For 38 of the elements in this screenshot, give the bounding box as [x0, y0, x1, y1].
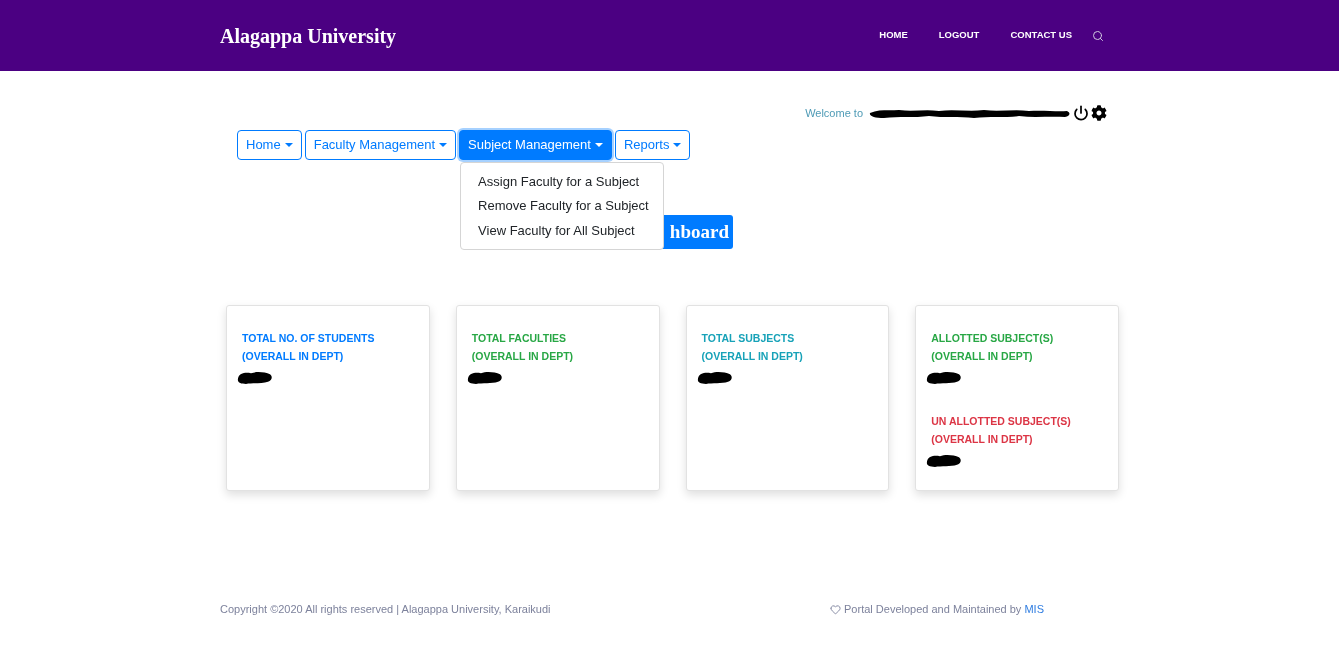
- menu-dropdown-button[interactable]: Faculty Management: [304, 130, 457, 160]
- copyright-text: Copyright ©2020 All rights reserved | Alagappa University, Karaikudi: [220, 602, 551, 617]
- settings-icon[interactable]: [1091, 105, 1107, 121]
- caret-icon: [439, 143, 448, 147]
- credit-text: Portal Developed and Maintained by MIS: [844, 602, 1044, 617]
- stat-title: ALLOTTED SUBJECT(S): [931, 331, 1055, 346]
- scribble-icon: [696, 370, 733, 385]
- mis-link[interactable]: MIS: [1024, 603, 1044, 615]
- site-title: Alagappa University: [220, 23, 397, 50]
- stat-note: (OVERALL IN DEPT): [931, 432, 1034, 447]
- menu-dropdown-button[interactable]: Home: [237, 130, 302, 160]
- welcome-text: Welcome to: [805, 105, 863, 121]
- scribble-icon: [237, 370, 273, 385]
- scribble-icon: [466, 370, 503, 385]
- scribble-icon: [869, 107, 1071, 119]
- stat-note: (OVERALL IN DEPT): [701, 349, 804, 364]
- stat-note: (OVERALL IN DEPT): [471, 349, 575, 364]
- nav-link[interactable]: CONTACT US: [1010, 28, 1072, 43]
- caret-icon: [594, 143, 603, 147]
- stat-note: (OVERALL IN DEPT): [242, 349, 345, 364]
- menu-item[interactable]: Assign Faculty for a Subject: [461, 169, 664, 194]
- caret-icon: [673, 143, 682, 147]
- scribble-icon: [926, 453, 963, 468]
- power-icon[interactable]: [1073, 105, 1089, 121]
- nav-link[interactable]: LOGOUT: [938, 28, 980, 43]
- stat-title: TOTAL SUBJECTS: [701, 331, 796, 346]
- menu-item[interactable]: Remove Faculty for a Subject: [461, 193, 664, 218]
- menu-dropdown-button[interactable]: Reports: [614, 130, 691, 160]
- heart-icon: [830, 603, 842, 615]
- stat-note: (OVERALL IN DEPT): [931, 349, 1034, 364]
- search-icon[interactable]: [1092, 29, 1104, 42]
- stat-title: TOTAL NO. OF STUDENTS: [242, 331, 376, 346]
- caret-icon: [284, 143, 293, 147]
- scribble-icon: [926, 370, 963, 385]
- menu-dropdown-button[interactable]: Subject Management: [459, 130, 612, 160]
- stat-title: UN ALLOTTED SUBJECT(S): [931, 414, 1072, 429]
- nav-link[interactable]: HOME: [879, 28, 908, 43]
- stat-title: TOTAL FACULTIES: [471, 331, 568, 346]
